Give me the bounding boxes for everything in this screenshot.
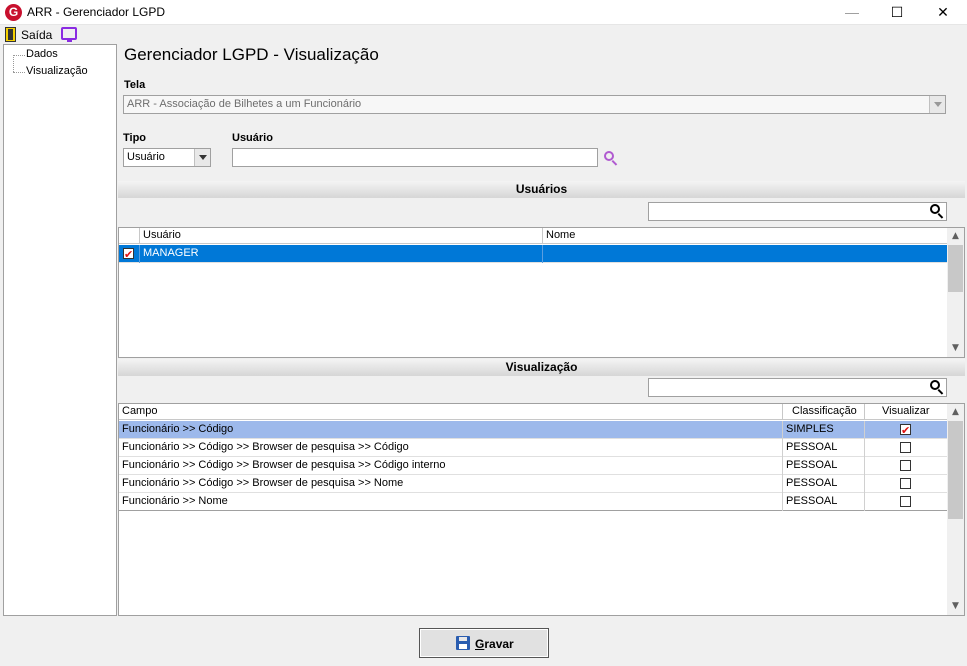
classificacao-cell: PESSOAL xyxy=(783,457,865,475)
tree-connector xyxy=(13,55,14,72)
campo-cell: Funcionário >> Código >> Browser de pesq… xyxy=(119,457,783,475)
users-section-header: Usuários xyxy=(118,181,965,198)
visualizar-cell xyxy=(865,493,948,511)
table-row[interactable]: Funcionário >> Código SIMPLES xyxy=(119,421,948,439)
maximize-button[interactable]: ☐ xyxy=(874,0,920,25)
visualizar-cell xyxy=(865,457,948,475)
search-icon-handle xyxy=(937,389,944,395)
visualizar-checkbox[interactable] xyxy=(900,478,911,489)
classificacao-cell: SIMPLES xyxy=(783,421,865,439)
view-section-header: Visualização xyxy=(118,359,965,376)
visualizar-cell xyxy=(865,439,948,457)
campo-cell: Funcionário >> Código xyxy=(119,421,783,439)
table-row[interactable]: Funcionário >> Código >> Browser de pesq… xyxy=(119,457,948,475)
scroll-down-icon[interactable]: ▼ xyxy=(947,340,964,357)
scrollbar-thumb[interactable] xyxy=(948,421,963,519)
campo-cell: Funcionário >> Código >> Browser de pesq… xyxy=(119,439,783,457)
page-title: Gerenciador LGPD - Visualização xyxy=(124,45,379,64)
classificacao-cell: PESSOAL xyxy=(783,475,865,493)
scrollbar-thumb[interactable] xyxy=(948,245,963,292)
visualizar-checkbox[interactable] xyxy=(900,422,911,439)
classificacao-cell: PESSOAL xyxy=(783,439,865,457)
tela-select[interactable]: ARR - Associação de Bilhetes a um Funcio… xyxy=(123,95,946,114)
search-icon[interactable] xyxy=(930,204,944,219)
menu-bar: Saída xyxy=(0,25,967,44)
column-header-classificacao[interactable]: Classificação xyxy=(783,404,865,420)
visualizar-checkbox[interactable] xyxy=(900,442,911,453)
search-icon-handle xyxy=(937,213,944,219)
view-grid-header: Campo Classificação Visualizar xyxy=(119,404,948,420)
classificacao-cell: PESSOAL xyxy=(783,493,865,511)
visualizar-checkbox[interactable] xyxy=(900,460,911,471)
minimize-button[interactable]: — xyxy=(829,0,875,25)
save-button-accelerator: G xyxy=(475,637,485,651)
save-button-label: Gravar xyxy=(475,637,514,651)
row-check-cell xyxy=(119,245,140,263)
check-column-header xyxy=(119,228,140,244)
table-row[interactable]: MANAGER xyxy=(119,245,948,263)
tipo-select-value: Usuário xyxy=(127,151,165,163)
row-checkbox[interactable] xyxy=(123,246,134,263)
exit-menu-item[interactable]: Saída xyxy=(21,28,52,42)
view-grid: Campo Classificação Visualizar Funcionár… xyxy=(118,403,965,616)
scroll-down-icon[interactable]: ▼ xyxy=(947,598,964,615)
usuario-input[interactable] xyxy=(232,148,598,167)
campo-cell: Funcionário >> Código >> Browser de pesq… xyxy=(119,475,783,493)
users-search-input[interactable] xyxy=(648,202,947,221)
column-header-campo[interactable]: Campo xyxy=(119,404,783,420)
tree-item-label: Dados xyxy=(26,48,58,60)
users-scrollbar[interactable]: ▲ ▼ xyxy=(947,228,964,357)
scroll-up-icon[interactable]: ▲ xyxy=(947,404,964,421)
tipo-label: Tipo xyxy=(123,132,147,144)
search-icon[interactable] xyxy=(930,380,944,395)
table-row[interactable]: Funcionário >> Código >> Browser de pesq… xyxy=(119,439,948,457)
column-header-nome[interactable]: Nome xyxy=(543,228,948,244)
visualizar-cell xyxy=(865,475,948,493)
view-scrollbar[interactable]: ▲ ▼ xyxy=(947,404,964,615)
usuario-cell: MANAGER xyxy=(140,245,543,263)
search-icon-handle xyxy=(611,160,618,166)
tipo-select[interactable]: Usuário xyxy=(123,148,211,167)
title-bar: G ARR - Gerenciador LGPD — ☐ ✕ xyxy=(0,0,967,25)
view-search-input[interactable] xyxy=(648,378,947,397)
column-header-visualizar[interactable]: Visualizar xyxy=(865,404,948,420)
visualizar-cell xyxy=(865,421,948,439)
save-button[interactable]: Gravar xyxy=(419,628,549,658)
floppy-disk-icon xyxy=(456,636,470,650)
chevron-down-icon[interactable] xyxy=(929,96,945,113)
tree-item-label: Visualização xyxy=(26,65,88,77)
tree-connector xyxy=(13,55,25,56)
tela-label: Tela xyxy=(124,79,146,91)
save-button-label-rest: ravar xyxy=(484,637,514,651)
usuario-label: Usuário xyxy=(232,132,273,144)
campo-cell: Funcionário >> Nome xyxy=(119,493,783,511)
nome-cell xyxy=(543,245,948,263)
navigation-tree: Dados Visualização xyxy=(3,44,117,616)
table-row[interactable]: Funcionário >> Código >> Browser de pesq… xyxy=(119,475,948,493)
scroll-up-icon[interactable]: ▲ xyxy=(947,228,964,245)
app-logo-icon: G xyxy=(5,4,22,21)
close-button[interactable]: ✕ xyxy=(920,0,966,25)
users-grid-header: Usuário Nome xyxy=(119,228,948,244)
window-title: ARR - Gerenciador LGPD xyxy=(27,5,166,19)
tree-connector xyxy=(13,72,25,73)
chevron-down-icon[interactable] xyxy=(194,149,210,166)
column-header-usuario[interactable]: Usuário xyxy=(140,228,543,244)
monitor-icon[interactable] xyxy=(61,27,77,42)
users-grid: Usuário Nome MANAGER ▲ ▼ xyxy=(118,227,965,358)
tela-select-value: ARR - Associação de Bilhetes a um Funcio… xyxy=(127,98,362,110)
search-icon[interactable] xyxy=(604,151,618,166)
exit-door-icon[interactable] xyxy=(5,27,16,42)
table-row[interactable]: Funcionário >> Nome PESSOAL xyxy=(119,493,948,511)
visualizar-checkbox[interactable] xyxy=(900,496,911,507)
